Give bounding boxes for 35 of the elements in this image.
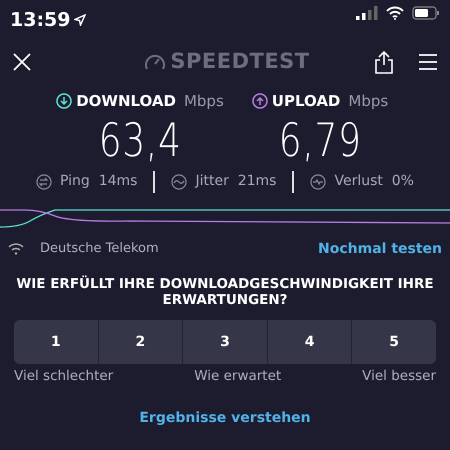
app-logo: SPEEDTEST [170, 48, 310, 76]
unit-label: Mbps [348, 91, 388, 112]
clock-time: 13:59 [10, 8, 70, 33]
rating-option[interactable]: 5 [352, 320, 436, 364]
menu-icon[interactable] [418, 53, 438, 71]
results-link[interactable]: Ergebnisse verstehen [139, 410, 311, 426]
wifi-icon [386, 6, 404, 20]
jitter-icon [171, 174, 188, 190]
scale-label: Viel schlechter [14, 367, 114, 386]
unit-label: Mbps [184, 91, 224, 112]
ping-stat: Ping 14ms [60, 172, 138, 191]
scale-label: Viel besser [362, 367, 436, 386]
wifi-icon [8, 243, 24, 255]
loss-stat: Verlust 0% [334, 172, 414, 191]
loss-icon [310, 174, 326, 190]
download-value: 63,4 [98, 116, 182, 162]
survey-question: WIE ERFÜLLT IHRE DOWNLOADGESCHWINDIGKEIT IHRE ERWARTUNGEN? [15, 276, 435, 310]
upload-value: 6,79 [278, 116, 362, 162]
jitter-stat: Jitter 21ms [195, 172, 276, 191]
provider-name: Deutsche Telekom [40, 240, 159, 258]
download-label: DOWNLOAD [76, 91, 176, 112]
rating-option[interactable]: 1 [14, 320, 99, 364]
signal-icon [356, 6, 378, 20]
battery-icon [412, 6, 440, 20]
upload-label: UPLOAD [272, 91, 340, 112]
rating-option[interactable]: 2 [98, 320, 184, 364]
location-arrow-icon [74, 14, 86, 26]
rating-option[interactable]: 3 [183, 320, 268, 364]
close-icon[interactable] [12, 52, 32, 72]
scale-label: Wie erwartet [194, 367, 282, 386]
retest-link[interactable]: Nochmal testen [318, 238, 442, 260]
ping-icon [36, 174, 52, 190]
share-icon[interactable] [374, 50, 394, 74]
rating-option[interactable]: 4 [268, 320, 352, 364]
gauge-icon [144, 52, 166, 72]
